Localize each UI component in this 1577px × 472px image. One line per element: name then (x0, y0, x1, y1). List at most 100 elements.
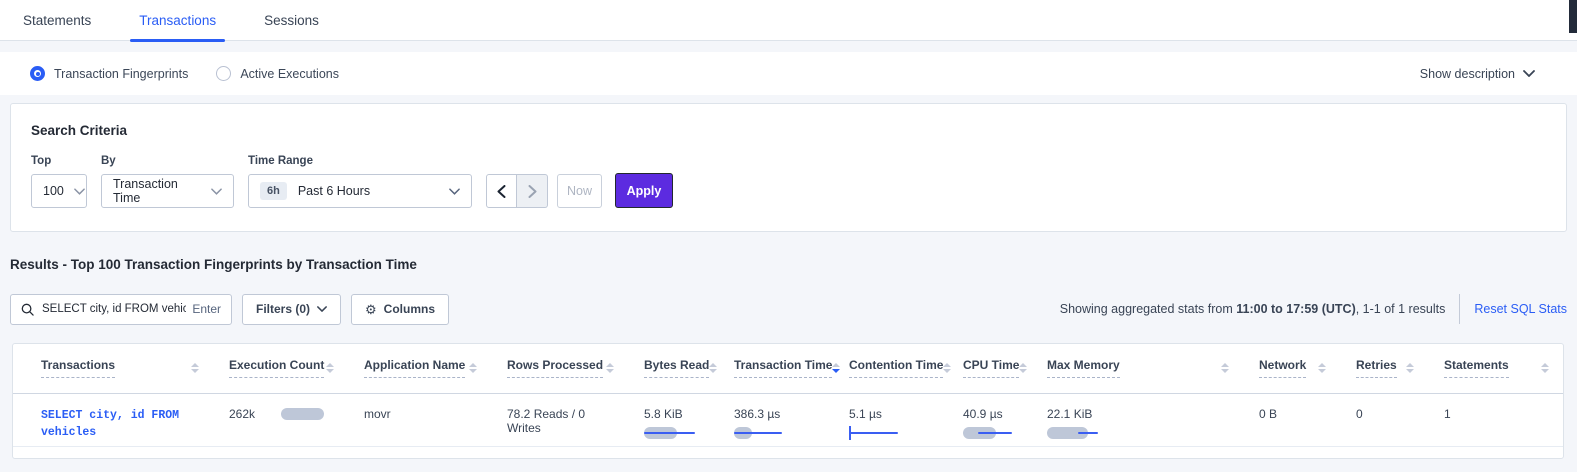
contention-time-stddev-line (849, 432, 898, 435)
now-button[interactable]: Now (557, 174, 602, 208)
sort-icon[interactable] (326, 363, 334, 373)
network-cell: 0 B (1243, 393, 1340, 446)
radio-label: Active Executions (240, 67, 339, 81)
col-header-execution-count[interactable]: Execution Count (213, 344, 348, 393)
col-header-contention-time[interactable]: Contention Time (833, 344, 947, 393)
sort-icon[interactable] (709, 363, 717, 373)
results-toolbar: SELECT city, id FROM vehicles W Enter Fi… (10, 293, 1567, 325)
by-select[interactable]: Transaction Time (101, 174, 234, 208)
sort-icon[interactable] (191, 363, 199, 373)
vertical-divider (1459, 294, 1460, 324)
sort-icon[interactable] (1221, 363, 1229, 373)
stats-time-range: 11:00 to 17:59 (UTC) (1236, 302, 1355, 316)
columns-label: Columns (384, 302, 435, 316)
chevron-left-icon (497, 185, 506, 198)
enter-hint: Enter (192, 302, 221, 316)
col-header-network[interactable]: Network (1243, 344, 1340, 393)
radio-selected-icon (30, 66, 45, 81)
col-header-retries[interactable]: Retries (1340, 344, 1428, 393)
results-table-card: Transactions Execution Count Application… (12, 343, 1564, 459)
top-label: Top (31, 155, 87, 167)
by-select-value: Transaction Time (113, 177, 201, 205)
col-header-rows-processed[interactable]: Rows Processed (491, 344, 628, 393)
search-icon (21, 303, 34, 316)
tab-statements[interactable]: Statements (14, 13, 100, 40)
cpu-time-cell: 40.9 µs (947, 393, 1031, 446)
search-input[interactable]: SELECT city, id FROM vehicles W Enter (10, 294, 232, 325)
show-description-label: Show description (1420, 67, 1515, 81)
transaction-cell: SELECT city, id FROM vehicles (13, 393, 213, 446)
transaction-time-stddev-line (734, 432, 782, 435)
statements-cell: 1 (1428, 393, 1563, 446)
vertical-scrollbar-thumb[interactable] (1569, 0, 1577, 33)
execution-count-cell: 262k (213, 393, 348, 446)
sort-icon[interactable] (606, 363, 614, 373)
sort-icon[interactable] (1019, 363, 1027, 373)
col-header-bytes-read[interactable]: Bytes Read (628, 344, 718, 393)
results-heading: Results - Top 100 Transaction Fingerprin… (10, 257, 1577, 272)
execution-count-bar (281, 408, 324, 420)
gear-icon: ⚙ (365, 303, 377, 316)
view-toggle-strip: Transaction Fingerprints Active Executio… (0, 52, 1577, 95)
col-header-statements[interactable]: Statements (1428, 344, 1563, 393)
sort-icon[interactable] (832, 363, 840, 373)
radio-transaction-fingerprints[interactable]: Transaction Fingerprints (30, 66, 188, 81)
radio-unselected-icon (216, 66, 231, 81)
apply-button[interactable]: Apply (615, 173, 673, 208)
sort-icon[interactable] (1318, 363, 1326, 373)
previous-time-window-button[interactable] (486, 174, 517, 208)
retries-cell: 0 (1340, 393, 1428, 446)
filters-label: Filters (0) (256, 302, 310, 316)
rows-processed-cell: 78.2 Reads / 0 Writes (491, 393, 628, 446)
chevron-down-icon (449, 188, 460, 195)
tab-transactions[interactable]: Transactions (130, 13, 225, 40)
fingerprints-tabbar: Statements Transactions Sessions (0, 0, 1577, 41)
next-time-window-button[interactable] (517, 174, 548, 208)
application-name-cell: movr (348, 393, 491, 446)
aggregated-stats-text: Showing aggregated stats from 11:00 to 1… (1060, 302, 1446, 316)
search-input-value: SELECT city, id FROM vehicles W (42, 303, 186, 315)
transactions-table: Transactions Execution Count Application… (13, 344, 1563, 447)
contention-time-cell: 5.1 µs (833, 393, 947, 446)
col-header-cpu-time[interactable]: CPU Time (947, 344, 1031, 393)
filters-button[interactable]: Filters (0) (242, 294, 341, 325)
col-header-transaction-time[interactable]: Transaction Time (718, 344, 833, 393)
transaction-time-cell: 386.3 µs (718, 393, 833, 446)
sort-icon[interactable] (1406, 363, 1414, 373)
sort-icon[interactable] (469, 363, 477, 373)
transactions-page: Statements Transactions Sessions Transac… (0, 0, 1577, 459)
cpu-time-stddev-line (978, 432, 1012, 435)
bytes-read-stddev-line (644, 432, 695, 435)
time-range-badge: 6h (260, 182, 287, 200)
chevron-right-icon (528, 185, 537, 198)
table-row: SELECT city, id FROM vehicles 262k movr … (13, 393, 1563, 446)
bytes-read-cell: 5.8 KiB (628, 393, 718, 446)
time-window-arrows (486, 174, 548, 208)
tab-sessions[interactable]: Sessions (255, 13, 328, 40)
table-header-row: Transactions Execution Count Application… (13, 344, 1563, 393)
radio-label: Transaction Fingerprints (54, 67, 188, 81)
time-range-value: Past 6 Hours (298, 184, 370, 198)
chevron-down-icon (317, 306, 327, 312)
max-memory-stddev-line (1078, 432, 1098, 435)
reset-sql-stats-link[interactable]: Reset SQL Stats (1474, 302, 1567, 316)
top-select-value: 100 (43, 184, 64, 198)
chevron-down-icon (1523, 70, 1535, 77)
search-criteria-panel: Search Criteria Top 100 By Transaction T… (10, 103, 1567, 232)
time-range-select[interactable]: 6h Past 6 Hours (248, 174, 472, 208)
col-header-transactions[interactable]: Transactions (13, 344, 213, 393)
top-select[interactable]: 100 (31, 174, 87, 208)
show-description-toggle[interactable]: Show description (1420, 67, 1535, 81)
sort-icon[interactable] (943, 363, 951, 373)
transaction-fingerprint-link[interactable]: SELECT city, id FROM vehicles (41, 409, 179, 440)
radio-active-executions[interactable]: Active Executions (216, 66, 339, 81)
col-header-application-name[interactable]: Application Name (348, 344, 491, 393)
execution-count-value: 262k (229, 407, 255, 421)
sort-icon[interactable] (1541, 363, 1549, 373)
by-label: By (101, 155, 234, 167)
chevron-down-icon (74, 188, 85, 195)
max-memory-cell: 22.1 KiB (1031, 393, 1243, 446)
columns-button[interactable]: ⚙ Columns (351, 294, 449, 325)
col-header-max-memory[interactable]: Max Memory (1031, 344, 1243, 393)
search-criteria-title: Search Criteria (31, 123, 1546, 138)
